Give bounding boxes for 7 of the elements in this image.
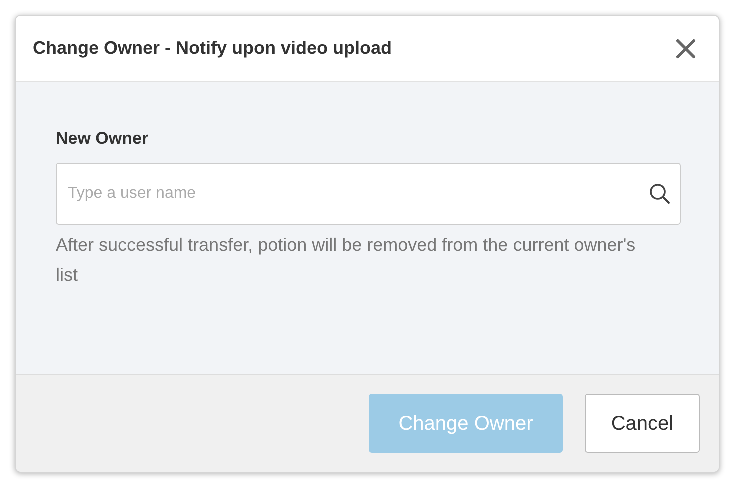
cancel-button[interactable]: Cancel [585, 394, 700, 453]
user-search-field[interactable]: Type a user name [56, 162, 681, 224]
search-icon [649, 182, 671, 204]
field-label: New Owner [56, 128, 150, 150]
help-text: After successful transfer, potion will be removed from the current owner's list [56, 234, 637, 286]
close-icon [675, 38, 697, 60]
dialog-title: Change Owner - Notify upon video upload [33, 37, 392, 60]
